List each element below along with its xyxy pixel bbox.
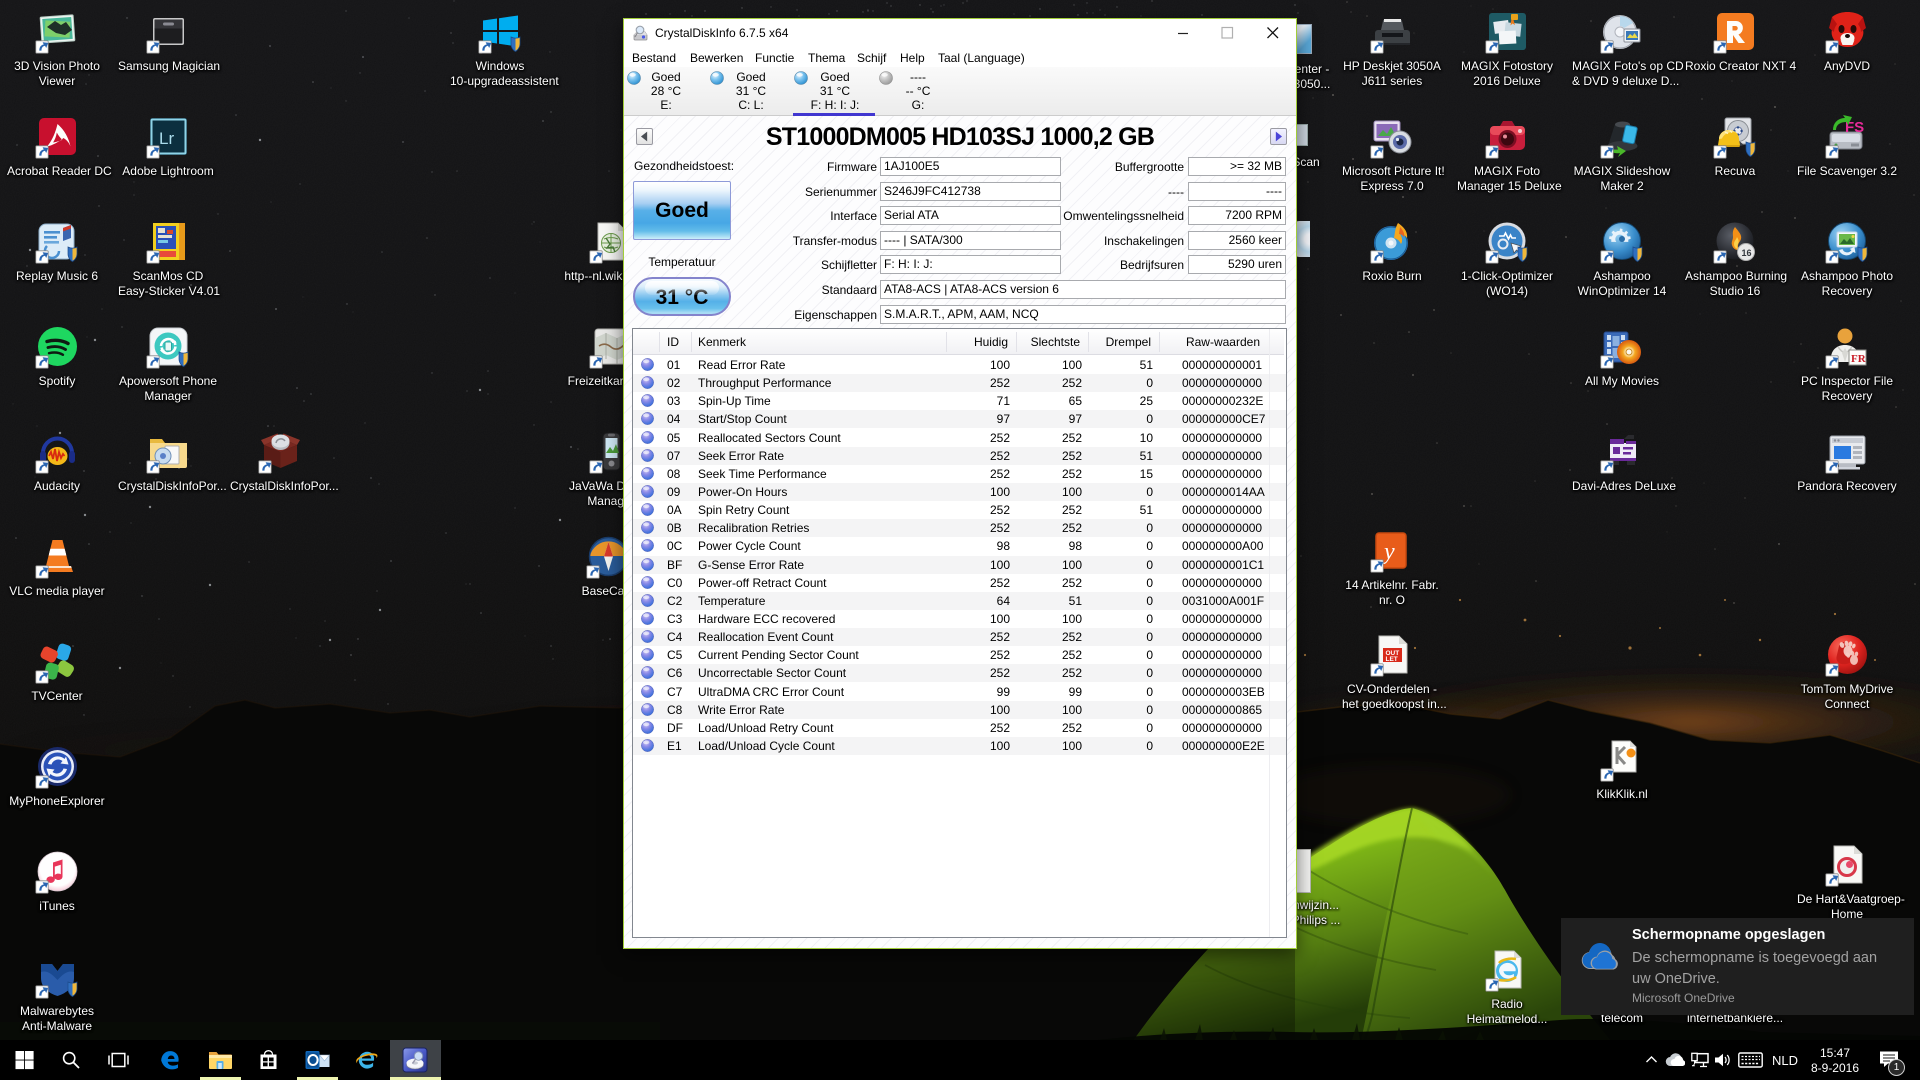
svg-text:FR: FR — [1851, 353, 1867, 365]
svg-text:y: y — [1382, 539, 1395, 565]
svg-text:16: 16 — [1741, 248, 1751, 258]
svg-text:Lr: Lr — [159, 129, 174, 148]
svg-text:LET: LET — [1385, 656, 1397, 663]
